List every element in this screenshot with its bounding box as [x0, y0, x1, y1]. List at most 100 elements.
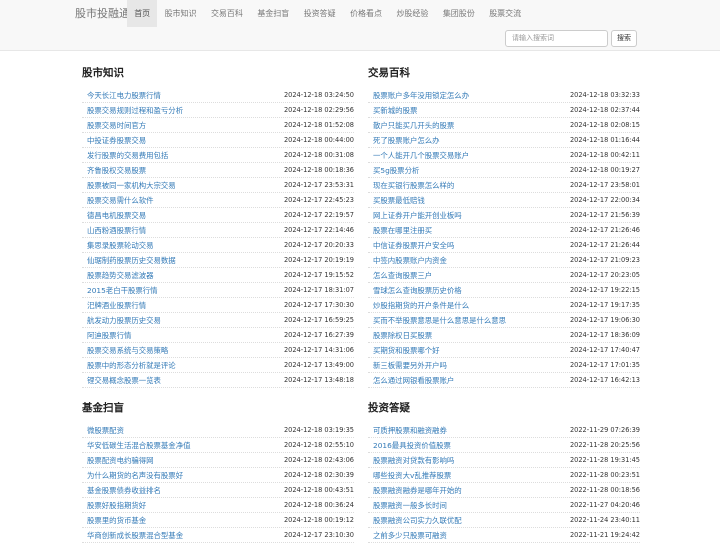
nav-item-3[interactable]: 基金扫盲: [250, 0, 296, 27]
article-link[interactable]: 怎么查询股票三户: [373, 268, 555, 283]
panel-investment-qa: 投资答疑可质押股票和融资融券 2022-11-29 07:26:39 2016最具投…: [368, 401, 640, 543]
list-item: 之前多少只股票可融资 2022-11-21 19:24:42: [368, 528, 640, 543]
article-link[interactable]: 哪些投资大v乱推荐股票: [373, 468, 555, 483]
article-date: 2024-12-18 02:37:44: [569, 106, 640, 114]
article-link[interactable]: 股票中的形态分析就是评论: [87, 358, 269, 373]
article-link[interactable]: 齐鲁股权交易股票: [87, 163, 269, 178]
article-link[interactable]: 散户只能买几开头的股票: [373, 118, 555, 133]
article-date: 2024-12-17 16:42:13: [569, 376, 640, 384]
article-link[interactable]: 现在买银行股票怎么样的: [373, 178, 555, 193]
search-input[interactable]: 请输入搜索词: [505, 30, 608, 47]
article-link[interactable]: 中投证券股票交易: [87, 133, 269, 148]
article-link[interactable]: 买期货和股票哪个好: [373, 343, 555, 358]
list-item: 怎么通过网银看股票账户 2024-12-17 16:42:13: [368, 373, 640, 388]
article-link[interactable]: 微股票配资: [87, 423, 269, 438]
list-item: 股票里的货币基金 2024-12-18 00:19:12: [82, 513, 354, 528]
article-link[interactable]: 华安低碳生活混合股票基金净值: [87, 438, 269, 453]
article-date: 2024-12-18 02:08:15: [569, 121, 640, 129]
article-link[interactable]: 股票除权日买股票: [373, 328, 555, 343]
article-link[interactable]: 锂交易概念股票一览表: [87, 373, 269, 388]
list-item: 股票账户多年没用锁定怎么办 2024-12-18 03:32:33: [368, 88, 640, 103]
list-item: 股票融资融券是哪年开始的 2022-11-28 00:18:56: [368, 483, 640, 498]
article-date: 2024-12-17 20:20:33: [283, 241, 354, 249]
article-date: 2024-12-17 21:09:23: [569, 256, 640, 264]
list-item: 股票被同一家机构大宗交易 2024-12-17 23:53:31: [82, 178, 354, 193]
article-link[interactable]: 中信证券股票开户安全吗: [373, 238, 555, 253]
article-link[interactable]: 股票趋势交易滤波器: [87, 268, 269, 283]
list-item: 锂交易概念股票一览表 2024-12-17 13:48:18: [82, 373, 354, 388]
article-link[interactable]: 死了股票账户怎么办: [373, 133, 555, 148]
list-item: 股票交易需什么软件 2024-12-17 22:45:23: [82, 193, 354, 208]
article-link[interactable]: 阿迪股票行情: [87, 328, 269, 343]
nav-item-5[interactable]: 价格看点: [343, 0, 389, 27]
list-item: 中签内股票账户内资金 2024-12-17 21:09:23: [368, 253, 640, 268]
nav-item-8[interactable]: 股票交流: [482, 0, 528, 27]
article-link[interactable]: 股票配资电约骗得网: [87, 453, 269, 468]
list-item: 汜牌酒业股票行情 2024-12-17 17:30:30: [82, 298, 354, 313]
panel-title: 股市知识: [82, 67, 124, 79]
article-link[interactable]: 股票里的货币基金: [87, 513, 269, 528]
article-date: 2024-12-18 03:19:35: [283, 426, 354, 434]
article-link[interactable]: 为什么期货的名声没有股票好: [87, 468, 269, 483]
article-link[interactable]: 仙琚制药股票历史交易数据: [87, 253, 269, 268]
article-link[interactable]: 华商创新成长股票混合型基金: [87, 528, 269, 543]
list-item: 华安低碳生活混合股票基金净值 2024-12-18 02:55:10: [82, 438, 354, 453]
article-link[interactable]: 股票交易时间官方: [87, 118, 269, 133]
article-link[interactable]: 买新城的股票: [373, 103, 555, 118]
nav-item-1[interactable]: 股市知识: [157, 0, 203, 27]
article-link[interactable]: 炒股指期货的开户条件是什么: [373, 298, 555, 313]
article-link[interactable]: 中签内股票账户内资金: [373, 253, 555, 268]
article-link[interactable]: 集思录股票轮动交易: [87, 238, 269, 253]
article-link[interactable]: 股票融资对贷款有影响吗: [373, 453, 555, 468]
site-brand[interactable]: 股市投融通: [75, 6, 130, 22]
nav-item-4[interactable]: 投资答疑: [297, 0, 343, 27]
nav-item-2[interactable]: 交易百科: [204, 0, 250, 27]
article-link[interactable]: 德昌电机股票交易: [87, 208, 269, 223]
article-link[interactable]: 买而不举股票意思是什么意思是什么意思: [373, 313, 555, 328]
article-link[interactable]: 网上证券开户能开创业板吗: [373, 208, 555, 223]
article-link[interactable]: 2015老白干股票行情: [87, 283, 269, 298]
list-item: 华商创新成长股票混合型基金 2024-12-17 23:10:30: [82, 528, 354, 543]
article-date: 2024-12-17 16:59:25: [283, 316, 354, 324]
article-date: 2024-12-17 16:27:39: [283, 331, 354, 339]
article-link[interactable]: 航发动力股票历史交易: [87, 313, 269, 328]
article-link[interactable]: 2016最具投资价值股票: [373, 438, 555, 453]
article-list: 可质押股票和融资融券 2022-11-29 07:26:39 2016最具投资价值股…: [368, 423, 640, 543]
list-item: 今天长江电力股票行情 2024-12-18 03:24:50: [82, 88, 354, 103]
article-link[interactable]: 股票账户多年没用锁定怎么办: [373, 88, 555, 103]
article-date: 2024-12-18 02:29:56: [283, 106, 354, 114]
search-button[interactable]: 搜索: [611, 30, 637, 47]
article-link[interactable]: 雪球怎么查询股票历史价格: [373, 283, 555, 298]
nav-item-6[interactable]: 炒股经验: [389, 0, 435, 27]
article-date: 2024-12-17 13:48:18: [283, 376, 354, 384]
article-date: 2024-12-18 02:55:10: [283, 441, 354, 449]
article-link[interactable]: 股票融资公司实力久联优配: [373, 513, 555, 528]
nav-item-0[interactable]: 首页: [127, 0, 158, 27]
article-link[interactable]: 汜牌酒业股票行情: [87, 298, 269, 313]
article-link[interactable]: 山西粉酒股票行情: [87, 223, 269, 238]
article-link[interactable]: 股票融资融券是哪年开始的: [373, 483, 555, 498]
nav-item-7[interactable]: 集团股份: [436, 0, 482, 27]
article-link[interactable]: 可质押股票和融资融券: [373, 423, 555, 438]
article-link[interactable]: 买5g股票分析: [373, 163, 555, 178]
article-link[interactable]: 基金股票债券收益排名: [87, 483, 269, 498]
panel-title: 投资答疑: [368, 402, 410, 414]
panel-title: 交易百科: [368, 67, 410, 79]
article-link[interactable]: 股票交易系统与交易策略: [87, 343, 269, 358]
article-date: 2024-12-18 00:44:00: [283, 136, 354, 144]
article-link[interactable]: 股票融资一般多长时间: [373, 498, 555, 513]
article-link[interactable]: 股票在哪里注册买: [373, 223, 555, 238]
article-link[interactable]: 新三板需要另外开户吗: [373, 358, 555, 373]
article-date: 2024-12-18 00:19:27: [569, 166, 640, 174]
article-link[interactable]: 发行股票的交易费用包括: [87, 148, 269, 163]
article-link[interactable]: 之前多少只股票可融资: [373, 528, 555, 543]
article-link[interactable]: 股票被同一家机构大宗交易: [87, 178, 269, 193]
list-item: 股票融资对贷款有影响吗 2022-11-28 19:31:45: [368, 453, 640, 468]
article-link[interactable]: 买股票最低赔钱: [373, 193, 555, 208]
article-link[interactable]: 今天长江电力股票行情: [87, 88, 269, 103]
article-link[interactable]: 怎么通过网银看股票账户: [373, 373, 555, 388]
article-link[interactable]: 股票好股指期货好: [87, 498, 269, 513]
article-link[interactable]: 股票交易需什么软件: [87, 193, 269, 208]
article-link[interactable]: 股票交易规则过程和盈亏分析: [87, 103, 269, 118]
article-link[interactable]: 一个人能开几个股票交易账户: [373, 148, 555, 163]
